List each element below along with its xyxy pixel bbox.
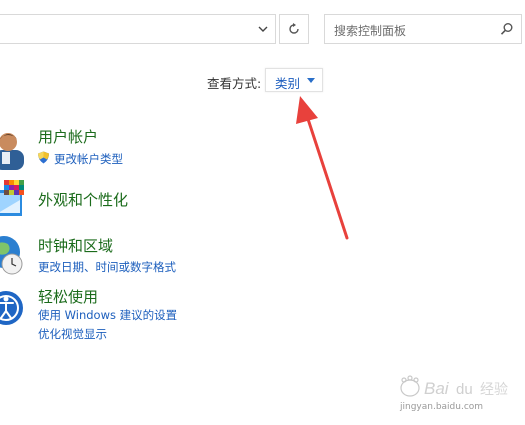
chevron-down-icon: [258, 26, 268, 32]
view-by-label: 查看方式:: [207, 76, 262, 91]
category-title-clock-region[interactable]: 时钟和区域: [38, 235, 113, 256]
search-box[interactable]: 搜索控制面板: [324, 14, 522, 44]
search-input[interactable]: 搜索控制面板: [334, 22, 406, 39]
shield-icon: [38, 151, 49, 164]
category-title-appearance[interactable]: 外观和个性化: [38, 189, 128, 210]
view-by-dropdown[interactable]: 类别: [265, 68, 323, 92]
category-title-ease-of-access[interactable]: 轻松使用: [38, 286, 98, 307]
address-bar[interactable]: [0, 14, 276, 44]
link-optimize-visual-display[interactable]: 优化视觉显示: [38, 326, 107, 342]
category-title-user-accounts[interactable]: 用户帐户: [38, 126, 98, 147]
appearance-icon[interactable]: [0, 180, 30, 220]
watermark-url: jingyan.baidu.com: [400, 402, 484, 412]
link-change-date-time-format[interactable]: 更改日期、时间或数字格式: [38, 259, 176, 275]
search-icon[interactable]: [500, 22, 514, 36]
refresh-icon: [289, 23, 299, 34]
ease-of-access-icon[interactable]: [0, 286, 26, 332]
svg-text:Bai: Bai: [424, 379, 450, 398]
caret-down-icon: [307, 78, 315, 83]
clock-region-icon[interactable]: [0, 232, 26, 276]
user-accounts-icon[interactable]: [0, 130, 28, 170]
address-dropdown-button[interactable]: [250, 14, 276, 44]
annotation-arrow: [296, 96, 349, 240]
link-use-recommended-settings[interactable]: 使用 Windows 建议的设置: [38, 307, 177, 323]
link-change-account-type[interactable]: 更改帐户类型: [54, 151, 123, 167]
refresh-button[interactable]: [279, 14, 309, 44]
view-by-value: 类别: [275, 76, 301, 91]
svg-text:经验: 经验: [480, 382, 508, 398]
svg-text:du: du: [456, 381, 473, 398]
